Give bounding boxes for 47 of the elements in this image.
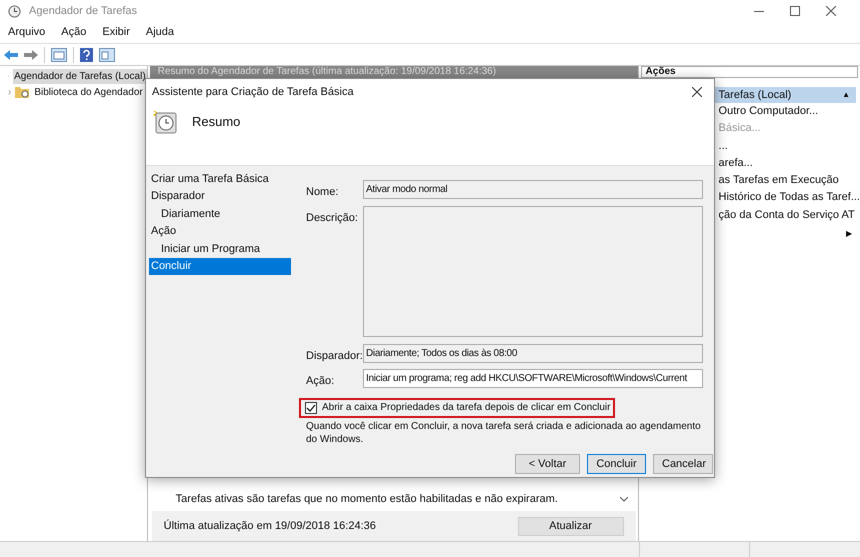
description-text: Tarefas ativas são tarefas que no momento estão habilitadas e não expiraram. [176, 492, 558, 507]
menu-item[interactable]: Arquivo [8, 24, 46, 41]
pane-header: Ações [640, 66, 858, 78]
checkbox[interactable] [305, 402, 317, 414]
panel-icon[interactable] [99, 48, 115, 62]
dialog-button[interactable]: Cancelar [653, 454, 713, 474]
wizard-step[interactable]: Ação [149, 223, 291, 241]
text-field[interactable]: Iniciar um programa; reg add HKCU\SOFTWARE\Microsoft\Windows\Current [363, 369, 703, 388]
menu-item[interactable]: Ação [61, 24, 86, 41]
checkbox-label[interactable]: Abrir a caixa Propriedades da tarefa depois de clicar em Concluir [322, 400, 610, 415]
wizard-step[interactable]: Iniciar um Programa [149, 240, 291, 258]
field-label: Descrição: [306, 210, 359, 226]
minimize-icon[interactable] [754, 10, 764, 12]
tree-item[interactable]: Agendador de Tarefas (Local) [13, 68, 147, 84]
help-icon[interactable] [80, 48, 93, 62]
wizard-step[interactable]: Concluir [149, 258, 291, 276]
field-label: Ação: [306, 374, 336, 389]
close-icon[interactable] [826, 6, 836, 16]
pane-header: Resumo do Agendador de Tarefas (última atualização: 19/09/2018 16:24:36) [150, 66, 638, 78]
wizard-step[interactable]: Disparador [149, 188, 291, 206]
field-label: Disparador: [306, 348, 363, 364]
menu-item[interactable]: Ajuda [146, 24, 174, 41]
info-text: Quando você clicar em Concluir, a nova tarefa será criada e adicionada ao agendamento do Windows. [306, 420, 701, 446]
dialog-button[interactable]: Concluir [587, 454, 646, 474]
collapse-arrow-icon[interactable]: ▲ [842, 89, 850, 101]
field-label: Nome: [306, 185, 340, 200]
last-update-text: Última atualização em 19/09/2018 16:24:36 [164, 518, 376, 534]
section-title: Tarefas (Local) [718, 88, 792, 103]
folder-icon [15, 86, 30, 98]
window-title: Agendador de Tarefas [29, 4, 138, 19]
submenu-arrow-icon[interactable]: ▶ [846, 228, 852, 240]
close-icon[interactable] [692, 87, 702, 97]
wizard-step[interactable]: Diariamente [149, 206, 291, 224]
panel-icon[interactable] [51, 48, 67, 62]
dialog-button[interactable]: < Voltar [515, 454, 580, 474]
wizard-step[interactable]: Criar uma Tarefa Básica [149, 171, 291, 188]
refresh-button[interactable]: Atualizar [518, 516, 624, 536]
back-arrow-icon[interactable] [4, 50, 18, 60]
dialog-heading: Resumo [192, 113, 240, 132]
tree-item[interactable]: Biblioteca do Agendador [33, 84, 144, 100]
text-field[interactable]: Diariamente; Todos os dias às 08:00 [363, 344, 703, 362]
menu-item[interactable]: Exibir [102, 24, 130, 41]
dialog-title: Assistente para Criação de Tarefa Básica [152, 84, 354, 100]
forward-arrow-icon[interactable] [24, 50, 38, 60]
chevron-down-icon[interactable] [620, 496, 628, 502]
maximize-icon[interactable] [790, 6, 800, 16]
text-field[interactable]: Ativar modo normal [363, 180, 703, 199]
